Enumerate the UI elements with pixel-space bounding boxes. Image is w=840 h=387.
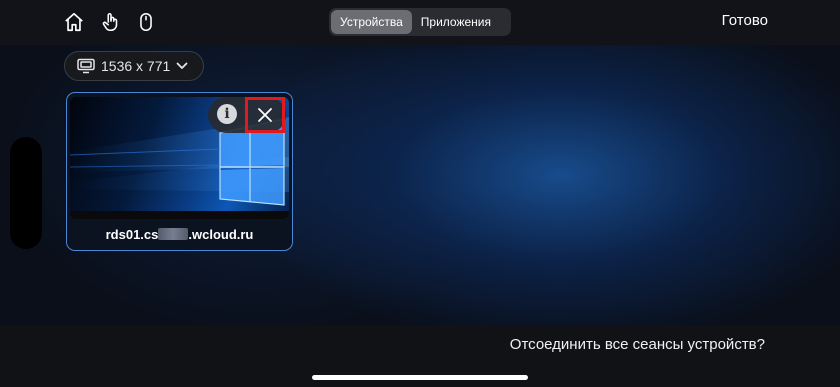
display-icon — [77, 58, 95, 74]
redacted-text — [158, 228, 189, 240]
done-button[interactable]: Готово — [722, 12, 768, 29]
side-drag-handle[interactable] — [10, 137, 42, 249]
disconnect-all-sessions-button[interactable]: Отсоединить все сеансы устройств? — [510, 336, 765, 353]
touch-hand-icon[interactable] — [98, 9, 124, 35]
remote-taskbar — [70, 211, 289, 219]
view-segmented-control: Устройства Приложения — [329, 8, 511, 36]
close-session-button[interactable] — [245, 97, 285, 133]
tab-applications[interactable]: Приложения — [412, 10, 500, 34]
tab-devices[interactable]: Устройства — [331, 10, 412, 34]
home-icon[interactable] — [61, 9, 87, 35]
resolution-selector[interactable]: 1536 x 771 — [64, 51, 204, 81]
remote-desktop-sessions-screen: Устройства Приложения Готово 1536 x 771 — [0, 0, 840, 387]
chevron-down-icon — [176, 62, 188, 69]
mouse-icon[interactable] — [133, 9, 159, 35]
home-indicator[interactable] — [312, 375, 528, 380]
close-icon — [258, 108, 272, 122]
session-host-name: rds01.cs .wcloud.ru — [105, 227, 254, 242]
resolution-label: 1536 x 771 — [101, 58, 171, 74]
info-icon[interactable]: i — [217, 104, 237, 124]
top-toolbar: Устройства Приложения Готово — [0, 0, 840, 45]
